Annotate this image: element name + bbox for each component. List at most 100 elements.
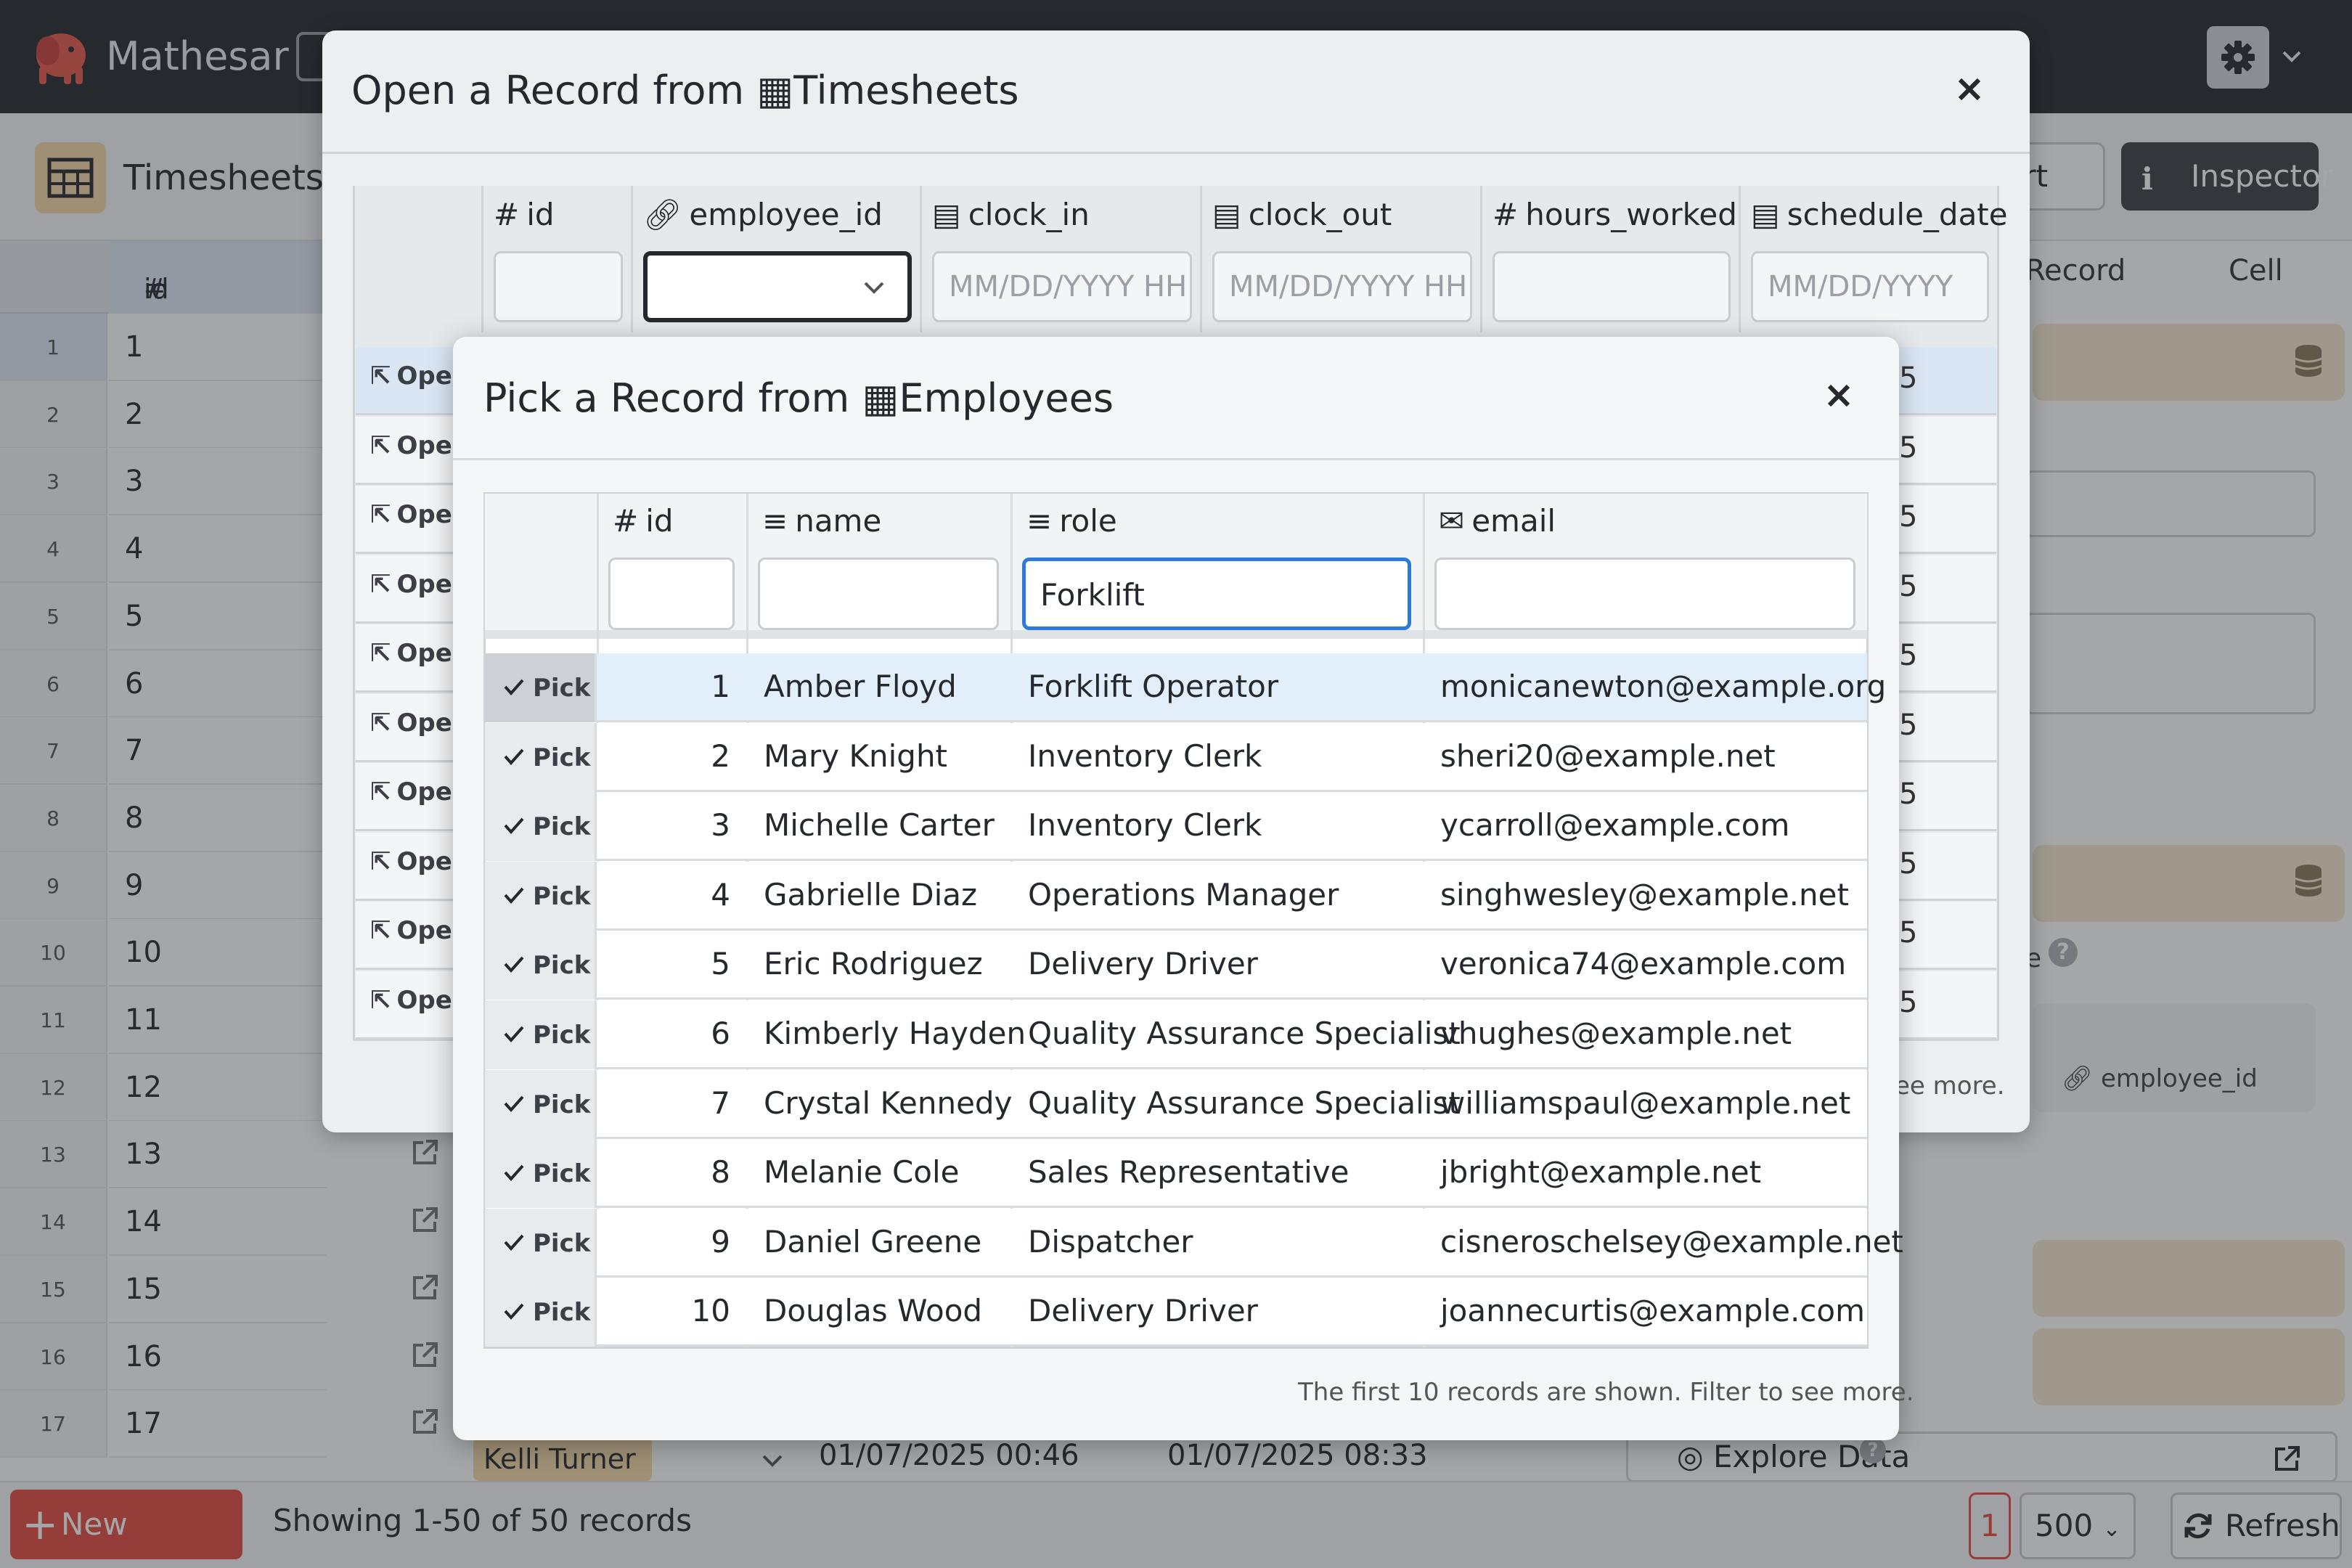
filter-input-id[interactable] bbox=[608, 558, 735, 630]
cell-value[interactable]: 5 bbox=[1899, 847, 1917, 881]
cell-name[interactable]: Eric Rodriguez bbox=[764, 944, 983, 984]
open-record-button[interactable]: ⇱ Ope bbox=[370, 500, 452, 529]
open-record-column-spacer bbox=[355, 186, 483, 332]
cell-name[interactable]: Kimberly Hayden bbox=[764, 1013, 1026, 1054]
filter-input-hours_worked[interactable] bbox=[1493, 251, 1731, 322]
cell-role[interactable]: Quality Assurance Specialist bbox=[1028, 1013, 1461, 1054]
open-record-button[interactable]: ⇱ Ope bbox=[370, 916, 452, 945]
cell-id[interactable]: 5 bbox=[597, 944, 730, 984]
external-link-icon: ⇱ bbox=[370, 431, 391, 460]
column-header-label: # hours_worked bbox=[1493, 195, 1737, 235]
cell-role[interactable]: Inventory Clerk bbox=[1028, 736, 1262, 777]
pick-label: Pick bbox=[533, 882, 591, 911]
cell-role[interactable]: Quality Assurance Specialist bbox=[1028, 1083, 1461, 1124]
open-record-button[interactable]: ⇱ Ope bbox=[370, 777, 452, 807]
check-icon bbox=[501, 674, 527, 700]
cell-id[interactable]: 1 bbox=[597, 666, 730, 707]
cell-name[interactable]: Michelle Carter bbox=[764, 805, 995, 846]
cell-email[interactable]: ycarroll@example.com bbox=[1440, 805, 1789, 846]
cell-email[interactable]: veronica74@example.com bbox=[1440, 944, 1846, 984]
pick-label: Pick bbox=[533, 1298, 591, 1327]
cell-role[interactable]: Dispatcher bbox=[1028, 1222, 1193, 1262]
filter-input-clock_in[interactable]: MM/DD/YYYY HH bbox=[932, 251, 1192, 322]
cell-role[interactable]: Forklift Operator bbox=[1028, 666, 1278, 707]
pick-label: Pick bbox=[533, 1090, 591, 1119]
cell-name[interactable]: Mary Knight bbox=[764, 736, 947, 777]
check-icon bbox=[501, 1021, 527, 1047]
open-label: Ope bbox=[396, 500, 452, 529]
cell-value[interactable]: 5 bbox=[1899, 500, 1917, 534]
column-name: employee_id bbox=[689, 197, 883, 232]
cell-name[interactable]: Amber Floyd bbox=[764, 666, 957, 707]
cell-id[interactable]: 8 bbox=[597, 1152, 730, 1193]
open-record-button[interactable]: ⇱ Ope bbox=[370, 431, 452, 460]
open-label: Ope bbox=[396, 986, 452, 1015]
cell-role[interactable]: Operations Manager bbox=[1028, 875, 1339, 915]
cell-email[interactable]: vhughes@example.net bbox=[1440, 1013, 1792, 1054]
external-link-icon: ⇱ bbox=[370, 777, 391, 807]
filter-input-clock_out[interactable]: MM/DD/YYYY HH bbox=[1212, 251, 1472, 322]
filter-input-email[interactable] bbox=[1434, 558, 1855, 630]
column-name: clock_out bbox=[1248, 197, 1392, 232]
column-header-label: ▤ clock_in bbox=[932, 195, 1090, 235]
cell-name[interactable]: Gabrielle Diaz bbox=[764, 875, 977, 915]
cell-id[interactable]: 7 bbox=[597, 1083, 730, 1124]
cell-value[interactable]: 5 bbox=[1899, 777, 1917, 811]
modal-title: Pick a Record from ▦Employees bbox=[483, 375, 1114, 422]
cell-role[interactable]: Delivery Driver bbox=[1028, 1291, 1258, 1331]
column-header-label: ✉ email bbox=[1439, 501, 1556, 542]
check-icon bbox=[501, 1159, 527, 1185]
filter-input-role[interactable]: Forklift bbox=[1022, 558, 1411, 630]
cell-value[interactable]: 5 bbox=[1899, 639, 1917, 672]
cell-name[interactable]: Melanie Cole bbox=[764, 1152, 960, 1193]
cell-value[interactable]: 5 bbox=[1899, 986, 1917, 1019]
filter-input-name[interactable] bbox=[758, 558, 999, 630]
close-icon[interactable] bbox=[1822, 379, 1855, 412]
check-icon bbox=[501, 951, 527, 977]
open-record-button[interactable]: ⇱ Ope bbox=[370, 986, 452, 1015]
open-record-button[interactable]: ⇱ Ope bbox=[370, 847, 452, 876]
external-link-icon: ⇱ bbox=[370, 570, 391, 599]
cell-value[interactable]: 5 bbox=[1899, 431, 1917, 465]
cell-value[interactable]: 5 bbox=[1899, 709, 1917, 742]
filter-input-id[interactable] bbox=[494, 251, 623, 322]
modal-title: Open a Record from ▦Timesheets bbox=[351, 67, 1019, 115]
open-record-button[interactable]: ⇱ Ope bbox=[370, 709, 452, 738]
cell-name[interactable]: Daniel Greene bbox=[764, 1222, 981, 1262]
filter-input-schedule_date[interactable]: MM/DD/YYYY bbox=[1751, 251, 1989, 322]
cell-email[interactable]: joannecurtis@example.com bbox=[1440, 1291, 1865, 1331]
cell-role[interactable]: Delivery Driver bbox=[1028, 944, 1258, 984]
cell-role[interactable]: Sales Representative bbox=[1028, 1152, 1349, 1193]
open-label: Ope bbox=[396, 431, 452, 460]
title-table-name: Employees bbox=[899, 375, 1114, 421]
title-table-name: Timesheets bbox=[793, 68, 1019, 113]
close-icon[interactable] bbox=[1953, 73, 1986, 106]
cell-name[interactable]: Crystal Kennedy bbox=[764, 1083, 1012, 1124]
cell-value[interactable]: 5 bbox=[1899, 362, 1917, 395]
column-name: email bbox=[1471, 503, 1556, 539]
cell-id[interactable]: 3 bbox=[597, 805, 730, 846]
pick-footer-note: The first 10 records are shown. Filter t… bbox=[1298, 1378, 1914, 1407]
cell-name[interactable]: Douglas Wood bbox=[764, 1291, 982, 1331]
cell-email[interactable]: williamspaul@example.net bbox=[1440, 1083, 1850, 1124]
cell-email[interactable]: sheri20@example.net bbox=[1440, 736, 1776, 777]
cell-email[interactable]: singhwesley@example.net bbox=[1440, 875, 1849, 915]
cell-email[interactable]: jbright@example.net bbox=[1440, 1152, 1761, 1193]
column-header-label: # id bbox=[494, 195, 555, 235]
cell-value[interactable]: 5 bbox=[1899, 916, 1917, 950]
open-record-button[interactable]: ⇱ Ope bbox=[370, 639, 452, 668]
cell-id[interactable]: 2 bbox=[597, 736, 730, 777]
cell-id[interactable]: 6 bbox=[597, 1013, 730, 1054]
column-name: role bbox=[1059, 503, 1117, 539]
open-record-button[interactable]: ⇱ Ope bbox=[370, 570, 452, 599]
external-link-icon: ⇱ bbox=[370, 709, 391, 738]
open-record-button[interactable]: ⇱ Ope bbox=[370, 362, 452, 391]
pick-label: Pick bbox=[533, 1021, 591, 1050]
cell-email[interactable]: monicanewton@example.org bbox=[1440, 666, 1886, 707]
cell-id[interactable]: 10 bbox=[597, 1291, 730, 1331]
cell-email[interactable]: cisneroschelsey@example.net bbox=[1440, 1222, 1903, 1262]
cell-role[interactable]: Inventory Clerk bbox=[1028, 805, 1262, 846]
cell-value[interactable]: 5 bbox=[1899, 570, 1917, 603]
cell-id[interactable]: 4 bbox=[597, 875, 730, 915]
cell-id[interactable]: 9 bbox=[597, 1222, 730, 1262]
